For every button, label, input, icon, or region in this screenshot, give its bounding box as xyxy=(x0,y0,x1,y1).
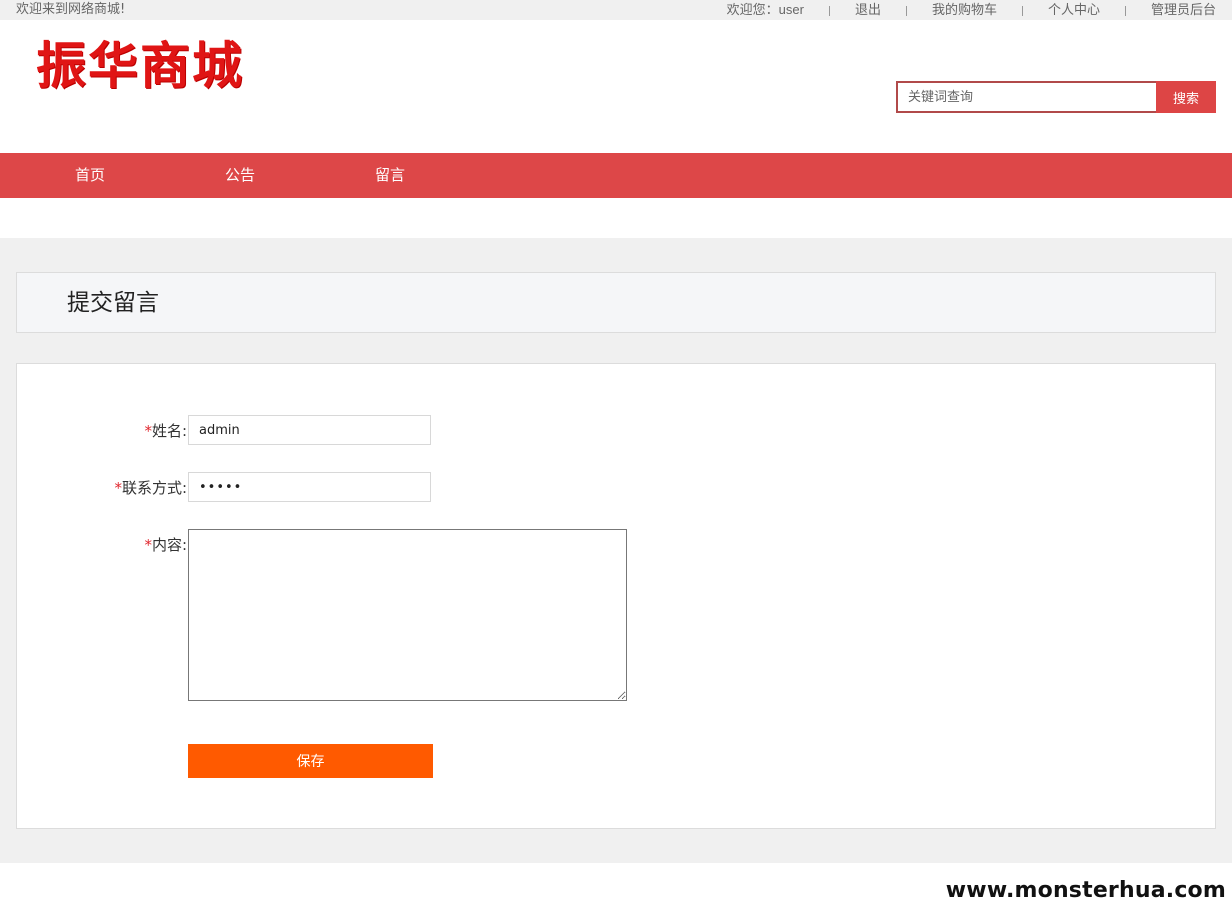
name-label-text: 姓名: xyxy=(151,422,187,440)
divider xyxy=(1021,5,1023,16)
required-mark: * xyxy=(144,536,152,554)
top-links: 欢迎您：user 退出 我的购物车 个人中心 管理员后台 xyxy=(727,1,1216,20)
logout-link[interactable]: 退出 xyxy=(855,2,881,20)
page-title-panel: 提交留言 xyxy=(16,272,1216,333)
save-button[interactable]: 保存 xyxy=(188,744,433,778)
content-textarea[interactable] xyxy=(188,529,627,701)
nav-item-home[interactable]: 首页 xyxy=(75,153,105,198)
required-mark: * xyxy=(114,479,122,497)
watermark-text: www.monsterhua.com xyxy=(943,874,1228,907)
admin-link[interactable]: 管理员后台 xyxy=(1151,2,1216,20)
divider xyxy=(905,5,907,16)
content-label: *内容: xyxy=(17,535,187,555)
site-logo[interactable]: 振华商城 xyxy=(36,38,244,94)
greeting-label: 欢迎您： xyxy=(726,3,779,18)
contact-field[interactable] xyxy=(188,472,431,502)
name-label: *姓名: xyxy=(17,421,187,441)
nav-item-announcements[interactable]: 公告 xyxy=(225,153,255,198)
message-form: *姓名: *联系方式: *内容: 保存 xyxy=(16,363,1216,829)
search-button[interactable]: 搜索 xyxy=(1156,81,1216,113)
required-mark: * xyxy=(144,422,152,440)
nav-item-messages[interactable]: 留言 xyxy=(375,153,405,198)
page-title: 提交留言 xyxy=(67,290,159,316)
contact-label-text: 联系方式: xyxy=(121,479,187,497)
divider xyxy=(1124,5,1126,16)
main-nav: 首页 公告 留言 xyxy=(0,153,1232,198)
username: user xyxy=(778,2,804,17)
search-bar: 搜索 xyxy=(896,81,1216,113)
header: 振华商城 搜索 xyxy=(0,20,1232,153)
greeting-text: 欢迎您：user xyxy=(727,1,804,20)
top-bar: 欢迎来到网络商城! 欢迎您：user 退出 我的购物车 个人中心 管理员后台 xyxy=(0,0,1232,20)
cart-link[interactable]: 我的购物车 xyxy=(932,2,997,20)
profile-link[interactable]: 个人中心 xyxy=(1048,2,1100,20)
content-label-text: 内容: xyxy=(151,536,187,554)
contact-label: *联系方式: xyxy=(17,478,187,498)
divider xyxy=(828,5,830,16)
search-input[interactable] xyxy=(896,81,1156,113)
name-field[interactable] xyxy=(188,415,431,445)
welcome-text: 欢迎来到网络商城! xyxy=(16,2,126,17)
